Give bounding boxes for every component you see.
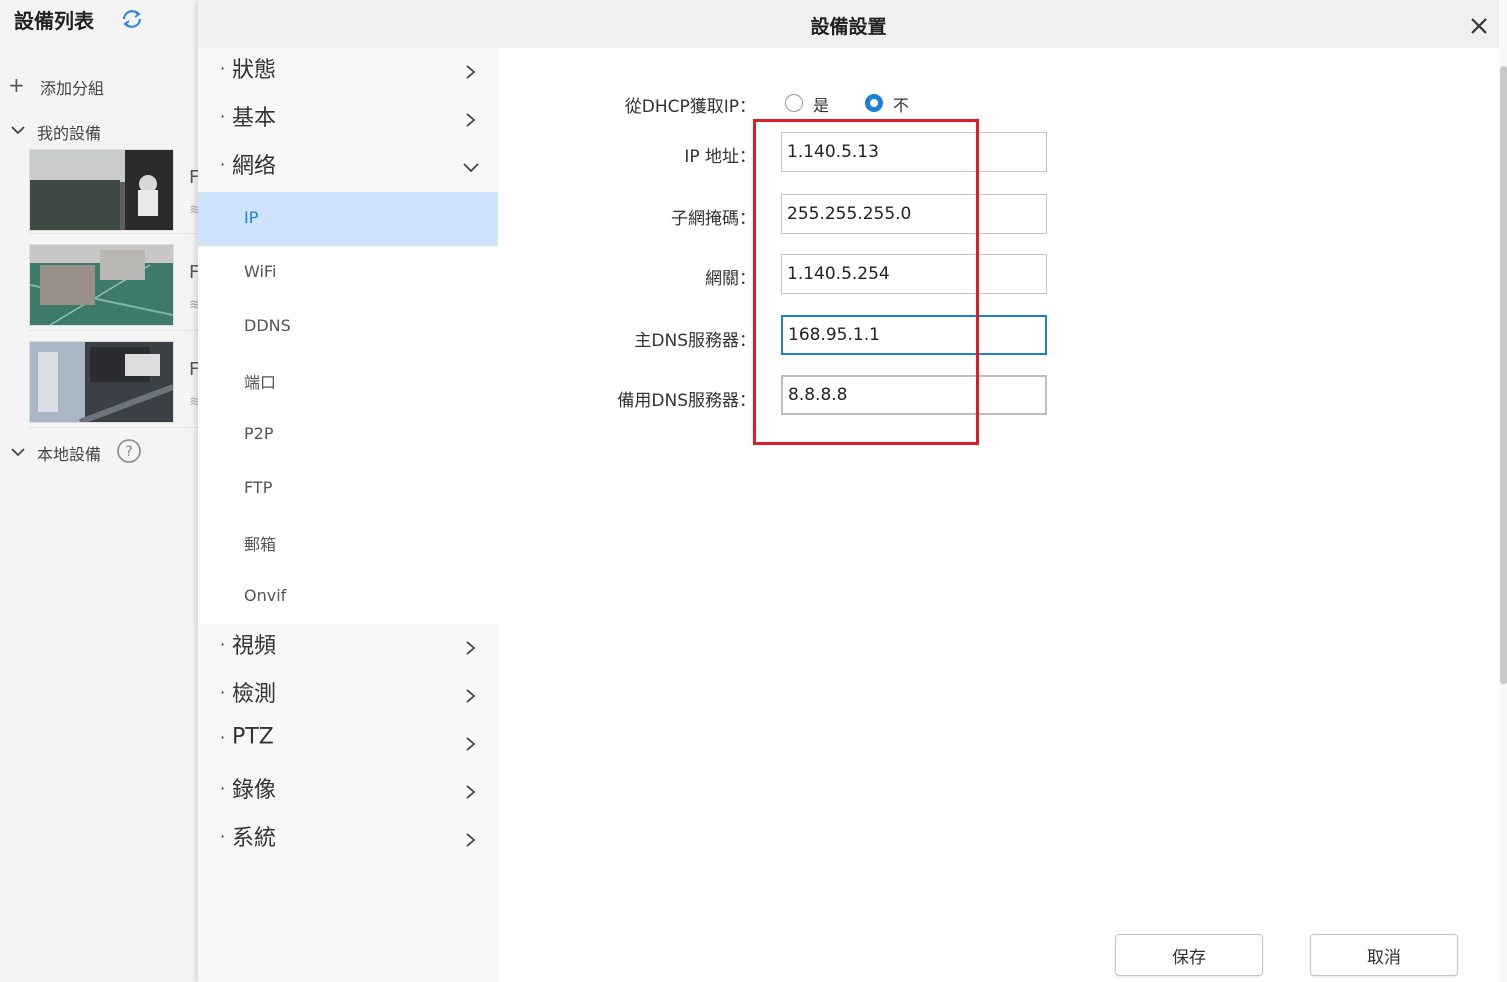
- plus-icon[interactable]: +: [8, 73, 25, 97]
- nav-system[interactable]: · 系統: [220, 820, 490, 860]
- dialog-title: 設備設置: [810, 16, 887, 38]
- device-list-title: 設備列表: [14, 9, 94, 33]
- nav-record[interactable]: · 錄像: [220, 772, 490, 812]
- chevron-right-icon: [466, 833, 476, 847]
- my-devices-group[interactable]: 我的設備: [37, 120, 101, 144]
- nav-sub-mail[interactable]: 郵箱: [244, 531, 276, 555]
- device-thumbnail[interactable]: [29, 341, 174, 423]
- local-devices-group[interactable]: 本地設備: [37, 441, 101, 465]
- primary-dns-label: 主DNS服務器：: [634, 331, 756, 351]
- ip-address-label: IP 地址：: [684, 147, 756, 167]
- chevron-right-icon: [466, 689, 476, 703]
- chevron-right-icon: [466, 785, 476, 799]
- dhcp-no-radio[interactable]: [865, 94, 883, 112]
- device-list-panel: [0, 0, 198, 982]
- svg-text:?: ?: [125, 444, 132, 460]
- refresh-icon[interactable]: [120, 8, 144, 30]
- nav-sub-ip[interactable]: IP: [244, 208, 258, 227]
- nav-network[interactable]: · 網络: [220, 148, 490, 188]
- help-icon[interactable]: ?: [116, 438, 142, 464]
- nav-sub-ddns[interactable]: DDNS: [244, 316, 291, 335]
- nav-sub-port[interactable]: 端口: [244, 369, 276, 393]
- nav-video[interactable]: · 視頻: [220, 628, 490, 668]
- chevron-right-icon: [466, 65, 476, 79]
- nav-basic[interactable]: · 基本: [220, 100, 490, 140]
- nav-ptz[interactable]: · PTZ: [220, 724, 490, 764]
- chevron-down-icon[interactable]: [10, 124, 26, 136]
- add-group-link[interactable]: 添加分組: [40, 75, 104, 99]
- chevron-right-icon: [466, 641, 476, 655]
- cancel-button[interactable]: 取消: [1310, 934, 1458, 976]
- nav-sub-wifi[interactable]: WiFi: [244, 262, 276, 281]
- subnet-mask-label: 子網掩碼：: [671, 209, 756, 229]
- device-thumbnail[interactable]: [29, 244, 174, 326]
- scrollbar-thumb[interactable]: [1500, 66, 1507, 684]
- nav-detection[interactable]: · 檢測: [220, 676, 490, 716]
- divider: [29, 427, 198, 428]
- gateway-label: 網關：: [705, 269, 756, 289]
- chevron-right-icon: [466, 737, 476, 751]
- device-settings-dialog: 設備設置 · 狀態 · 基本 · 網络 IP WiFi DDNS 端口 P2P FTP…: [198, 0, 1507, 982]
- dhcp-no-label[interactable]: 不: [893, 92, 909, 116]
- chevron-down-icon[interactable]: [10, 446, 26, 458]
- divider: [29, 330, 198, 331]
- divider: [29, 233, 198, 234]
- dhcp-yes-label[interactable]: 是: [813, 92, 829, 116]
- nav-sub-ftp[interactable]: FTP: [244, 478, 272, 497]
- nav-status[interactable]: · 狀態: [220, 52, 490, 92]
- save-button[interactable]: 保存: [1115, 934, 1263, 976]
- close-icon[interactable]: [1466, 13, 1492, 39]
- nav-sub-ip-selected-bg: [198, 192, 498, 246]
- red-highlight-annotation: [753, 119, 979, 445]
- dhcp-yes-radio[interactable]: [785, 94, 803, 112]
- dhcp-label: 從DHCP獲取IP：: [624, 97, 756, 117]
- nav-sub-onvif[interactable]: Onvif: [244, 586, 286, 605]
- network-submenu: [198, 192, 498, 624]
- secondary-dns-label: 備用DNS服務器：: [617, 391, 756, 411]
- device-thumbnail[interactable]: [29, 149, 174, 231]
- nav-sub-p2p[interactable]: P2P: [244, 424, 273, 443]
